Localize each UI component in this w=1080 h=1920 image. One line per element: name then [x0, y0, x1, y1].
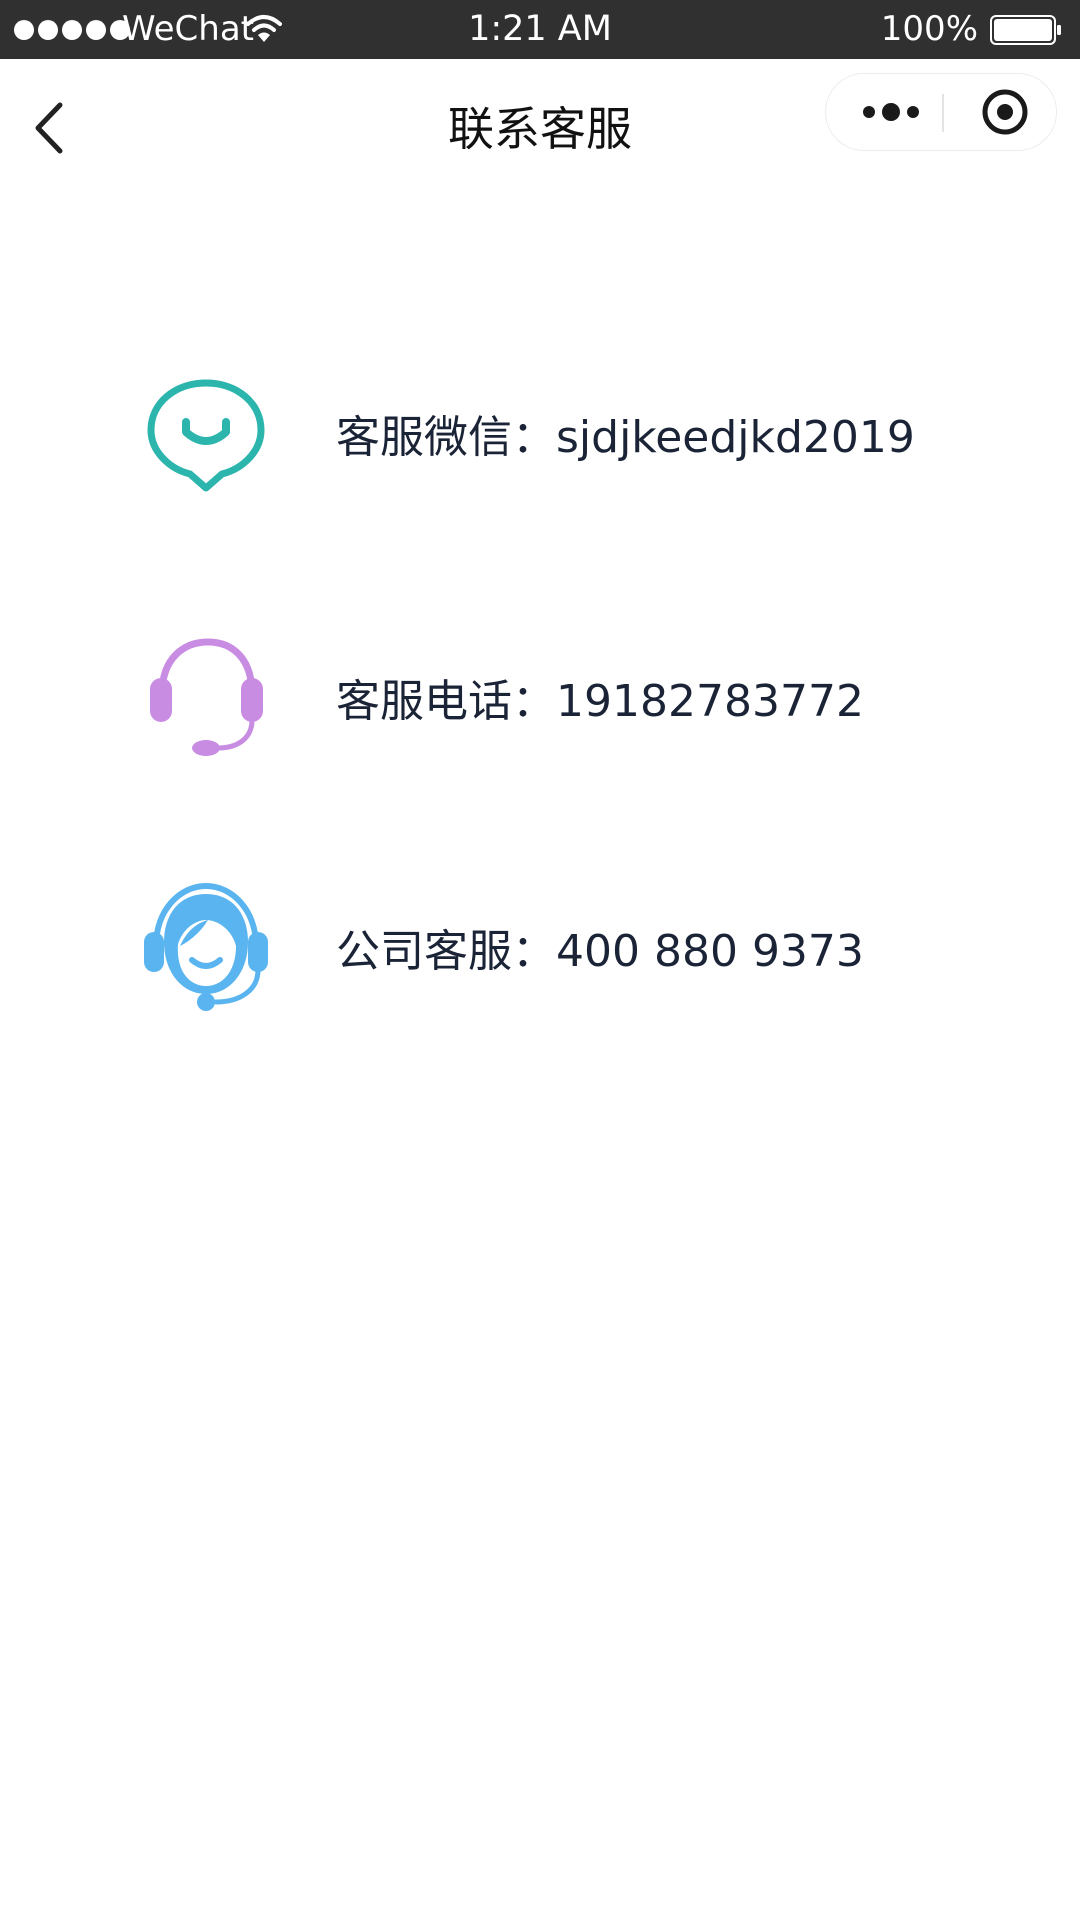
contact-label: 公司客服：: [336, 926, 556, 977]
mini-program-capsule: [825, 73, 1057, 151]
more-options-button[interactable]: [846, 74, 936, 150]
contact-value: 19182783772: [556, 676, 864, 727]
contact-row-wechat[interactable]: 客服微信：sjdjkeedjkd2019: [0, 370, 1080, 510]
contact-value: sjdjkeedjkd2019: [556, 412, 915, 463]
wechat-smile-icon: [147, 379, 265, 492]
battery-icon: [990, 15, 1061, 45]
close-mini-program-button[interactable]: [960, 74, 1050, 150]
contact-label: 客服电话：: [336, 676, 556, 727]
status-bar: WeChat 1:21 AM 100%: [0, 0, 1080, 59]
customer-service-agent-icon: [144, 882, 268, 1011]
contact-row-company[interactable]: 公司客服：400 880 9373: [0, 880, 1080, 1020]
contact-row-phone[interactable]: 客服电话：19182783772: [0, 630, 1080, 770]
contact-text-wechat: 客服微信：sjdjkeedjkd2019: [336, 408, 915, 468]
battery-percentage: 100%: [880, 9, 978, 49]
contact-text-phone: 客服电话：19182783772: [336, 672, 864, 732]
capsule-divider: [942, 94, 944, 132]
navigation-bar: 联系客服: [0, 59, 1080, 197]
contact-text-company: 公司客服：400 880 9373: [336, 922, 864, 982]
contact-service-page: WeChat 1:21 AM 100% 联系客服 客服微信：sjdjkeedjk…: [0, 0, 1080, 1920]
headset-icon: [150, 638, 263, 756]
contact-value: 400 880 9373: [556, 926, 864, 977]
contact-label: 客服微信：: [336, 412, 556, 463]
